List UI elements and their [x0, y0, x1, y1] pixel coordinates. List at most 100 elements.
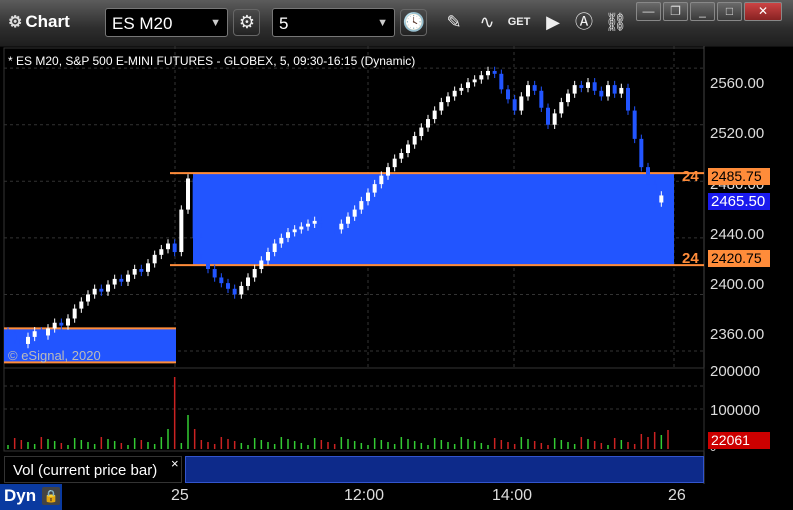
candle-body [646, 167, 650, 185]
candle-body [259, 260, 264, 269]
candle-body [132, 268, 137, 275]
clock-icon: 🕓 [402, 12, 426, 32]
candle-body [332, 226, 337, 230]
close-button[interactable]: ✕ [744, 2, 782, 21]
candle-body [19, 339, 24, 344]
candle-body [632, 110, 637, 139]
candle-body [612, 85, 617, 94]
close-icon[interactable]: × [171, 456, 179, 471]
chevron-down-icon[interactable]: ▼ [377, 9, 388, 38]
settings-button[interactable]: ⚙ [233, 9, 260, 36]
volume-marker: 22061 [708, 432, 770, 449]
pin-button[interactable]: — [636, 2, 661, 21]
candle-body [452, 90, 457, 97]
candle-body [586, 82, 590, 88]
candle-body [372, 184, 377, 193]
candle-body [119, 278, 124, 282]
price-tick: 2400.00 [710, 276, 765, 293]
candle-body [26, 336, 30, 344]
candle-body [99, 288, 104, 292]
get-icon[interactable]: GET [506, 9, 532, 36]
maximize-button[interactable]: □ [717, 2, 742, 21]
candle-body [279, 237, 284, 244]
candle-body [126, 274, 130, 282]
candle-body [106, 284, 110, 292]
window-title: ⚙ Chart [8, 12, 70, 31]
candle-body [326, 223, 330, 227]
candle-body [412, 136, 417, 145]
candle-body [466, 82, 470, 88]
volume-study-label[interactable]: Vol (current price bar) [4, 456, 182, 483]
candle-body [399, 153, 404, 159]
candle-body [506, 89, 510, 100]
pencil-icon[interactable]: ✎ [441, 9, 467, 36]
candle-body [339, 223, 344, 230]
chart-header: * ES M20, S&P 500 E-MINI FUTURES - GLOBE… [8, 54, 416, 68]
candle-body [306, 223, 310, 227]
candle-body [446, 96, 450, 103]
interval-value: 5 [279, 14, 289, 33]
candle-body [159, 249, 164, 255]
candle-body [652, 184, 657, 203]
candle-body [146, 263, 150, 272]
price-tick: 2520.00 [710, 125, 765, 142]
candle-body [592, 82, 597, 91]
time-tick: 26 [668, 487, 686, 504]
chart-icon: ⚙ [8, 14, 23, 31]
chevron-down-icon[interactable]: ▼ [210, 9, 221, 38]
indicator-icon[interactable]: ∿ [474, 9, 500, 36]
candle-body [52, 322, 57, 329]
candle-body [419, 127, 424, 137]
minimize-button[interactable]: _ [690, 2, 715, 21]
candle-body [319, 220, 324, 224]
candle-body [206, 254, 210, 269]
candle-body [639, 138, 644, 168]
candle-body [6, 331, 10, 335]
time-button[interactable]: 🕓 [400, 9, 427, 36]
lower-price-marker: 2420.75 [708, 250, 770, 267]
candle-body [559, 102, 564, 114]
time-tick: 25 [171, 487, 189, 504]
candle-body [386, 167, 390, 176]
candle-body [186, 178, 190, 210]
candle-body [566, 93, 570, 103]
candle-body [32, 331, 37, 337]
candle-body [166, 243, 170, 250]
candle-body [426, 119, 430, 128]
candle-body [599, 90, 604, 97]
candle-body [79, 301, 84, 309]
volume-pane-header: Vol (current price bar) × [4, 456, 704, 483]
candle-body [532, 85, 537, 91]
dynamic-mode-button[interactable]: Dyn 🔒 [0, 484, 62, 510]
last-price-marker: 2465.50 [708, 193, 770, 210]
candle-body [512, 99, 517, 111]
candle-body [252, 268, 257, 278]
candle-body [606, 85, 610, 97]
lock-icon[interactable]: 🔒 [42, 487, 60, 505]
restore-button[interactable]: ❐ [663, 2, 688, 21]
candle-body [86, 294, 90, 302]
candle-body [379, 175, 384, 185]
play-icon[interactable]: ▶ [540, 9, 566, 36]
candle-body [212, 268, 217, 278]
candle-body [66, 318, 70, 326]
candle-body [46, 328, 50, 336]
symbol-combo[interactable]: ES M20 ▼ [105, 8, 228, 37]
candle-body [92, 288, 97, 295]
candle-body [39, 331, 44, 336]
alert-icon[interactable]: Ⓐ [571, 9, 597, 36]
candle-body [299, 226, 304, 230]
candle-body [392, 158, 397, 168]
interval-combo[interactable]: 5 ▼ [272, 8, 395, 37]
candle-body [619, 87, 624, 94]
candle-body [526, 85, 530, 97]
volume-study-strip [185, 456, 704, 483]
candle-body [139, 268, 144, 272]
candle-body [292, 229, 297, 233]
chart-window: ⚙ Chart ES M20 ▼ ⚙ 5 ▼ 🕓 ✎ ∿ GET ▶ Ⓐ ⛓ — … [0, 0, 793, 510]
candle-body [439, 102, 444, 111]
link-icon[interactable]: ⛓ [603, 9, 629, 36]
candle-body [246, 277, 250, 286]
price-chart[interactable] [0, 46, 793, 484]
candle-body [152, 254, 157, 264]
